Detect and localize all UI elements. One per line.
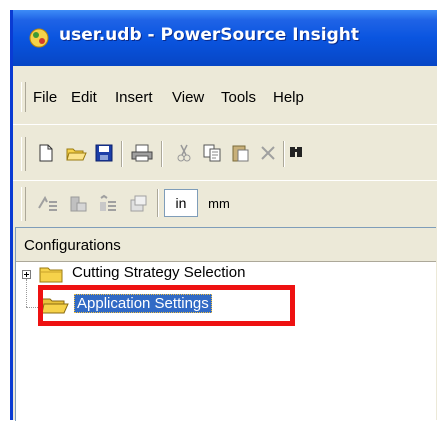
toolbar-separator [157, 189, 159, 217]
new-button[interactable] [33, 140, 59, 166]
expand-toggle[interactable] [22, 270, 31, 279]
highlight-annotation [38, 285, 295, 326]
add-item-button[interactable] [95, 191, 121, 217]
tree-line [26, 279, 28, 307]
open-icon [66, 148, 87, 161]
config-toolbar: in mm [13, 180, 437, 228]
open-button[interactable] [63, 140, 89, 166]
title-bar[interactable]: user.udb - PowerSource Insight [13, 10, 437, 66]
toolbar-separator [161, 141, 163, 167]
cut-icon [177, 144, 191, 162]
toolbar-separator [283, 141, 285, 167]
save-icon [95, 144, 113, 162]
menu-file[interactable]: File [33, 89, 57, 106]
menu-insert[interactable]: Insert [115, 89, 153, 106]
add-folder-button[interactable] [65, 191, 91, 217]
app-icon [29, 28, 49, 48]
properties-button[interactable] [125, 191, 151, 217]
add-folder-icon [70, 196, 87, 212]
toolbar-grip[interactable] [21, 137, 26, 171]
find-button[interactable] [289, 140, 303, 166]
menu-view[interactable]: View [172, 89, 204, 106]
unit-in-button[interactable]: in [164, 189, 198, 217]
toolbar-grip[interactable] [21, 187, 26, 221]
panel-header: Configurations [16, 228, 436, 262]
new-icon [39, 144, 53, 162]
plus-icon [24, 272, 29, 277]
menu-help[interactable]: Help [273, 89, 304, 106]
toolbar-separator [121, 141, 123, 167]
paste-button[interactable] [227, 140, 253, 166]
add-config-button[interactable] [35, 191, 61, 217]
menu-bar: File Edit Insert View Tools Help [13, 66, 437, 124]
cut-button[interactable] [171, 140, 197, 166]
add-config-icon [38, 195, 57, 211]
save-button[interactable] [91, 140, 117, 166]
delete-button[interactable] [255, 140, 281, 166]
standard-toolbar [13, 124, 437, 181]
copy-button[interactable] [199, 140, 225, 166]
add-item-icon [100, 194, 116, 211]
unit-mm-button[interactable]: mm [202, 189, 236, 217]
menubar-grip[interactable] [21, 82, 26, 112]
window-title: user.udb - PowerSource Insight [59, 25, 359, 45]
properties-icon [130, 195, 147, 212]
copy-icon [203, 144, 221, 162]
find-icon [290, 147, 302, 157]
folder-icon [39, 267, 63, 283]
tree-item-label: Cutting Strategy Selection [72, 264, 246, 281]
menu-tools[interactable]: Tools [221, 89, 256, 106]
unit-mm-label: mm [208, 195, 230, 211]
paste-icon [232, 145, 249, 162]
unit-in-label: in [175, 195, 187, 211]
panel-header-label: Configurations [24, 237, 121, 254]
print-button[interactable] [129, 140, 155, 166]
print-icon [131, 144, 153, 162]
delete-icon [261, 146, 275, 160]
menu-edit[interactable]: Edit [71, 89, 97, 106]
